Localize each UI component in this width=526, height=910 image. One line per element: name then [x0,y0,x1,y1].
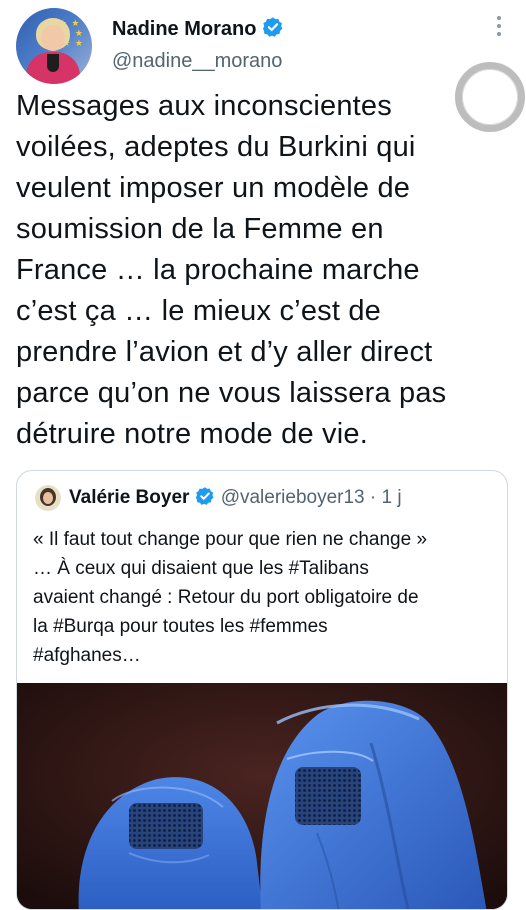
tweet-line: détruire notre mode de vie. [16,418,368,450]
quoted-line: la #Burqa pour toutes les #femmes [33,616,328,637]
tweet-line: veulent imposer un modèle de [16,172,411,204]
quoted-line: … À ceux qui disaient que les #Talibans [33,558,369,579]
quoted-author-handle[interactable]: @valerieboyer13 [221,487,365,508]
verified-badge-icon [195,486,215,513]
quoted-line: avaient changé : Retour du port obligato… [33,587,419,608]
tweet-line: voilées, adeptes du Burkini qui [16,131,416,163]
author-avatar[interactable]: ★ ★ ★ ★ ★ ★ [16,8,92,84]
quoted-author-avatar[interactable] [35,485,61,511]
quoted-tweet-text: « Il faut tout change pour que rien ne c… [33,525,499,670]
tweet-line: parce qu’on ne vous laissera pas [16,377,447,409]
tweet-card[interactable]: ★ ★ ★ ★ ★ ★ Nadine Morano @nadine__morano… [0,0,526,910]
quoted-tweet[interactable]: Valérie Boyer @valerieboyer13 · 1 j « Il… [16,470,508,910]
quoted-tweet-time[interactable]: 1 j [382,487,402,508]
tweet-line: prendre l’avion et d’y aller direct [16,336,433,368]
quoted-tweet-header: Valérie Boyer @valerieboyer13 · 1 j [69,486,402,513]
meta-separator: · [369,487,377,508]
tweet-line: c’est ça … le mieux c’est de [16,295,382,327]
tweet-line: soumission de la Femme en [16,213,384,245]
tweet-line: Messages aux inconscientes [16,90,392,122]
quoted-line: #afghanes… [33,645,141,666]
tweet-line: France … la prochaine marche [16,254,420,286]
author-display-name[interactable]: Nadine Morano [112,16,284,44]
quoted-author-name[interactable]: Valérie Boyer [69,487,189,508]
more-vertical-icon[interactable] [496,16,502,40]
tweet-text: Messages aux inconscientes voilées, adep… [16,86,506,455]
author-handle[interactable]: @nadine__morano [112,49,282,73]
verified-badge-icon [262,16,284,44]
quoted-line: « Il faut tout change pour que rien ne c… [33,529,428,550]
quoted-media-image[interactable] [17,683,507,909]
